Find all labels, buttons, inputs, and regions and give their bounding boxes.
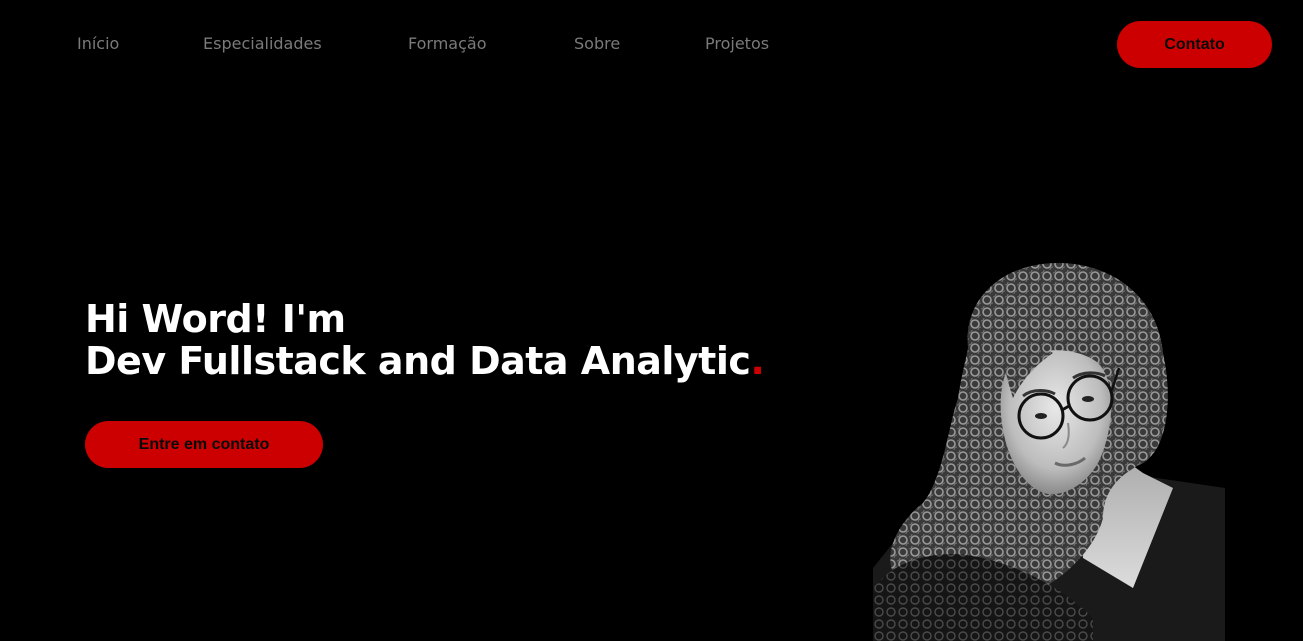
- profile-photo: [873, 258, 1225, 641]
- hero-heading-role: Dev Fullstack and Data Analytic: [85, 339, 751, 383]
- get-in-touch-button[interactable]: Entre em contato: [85, 421, 323, 468]
- hero-heading-line-2: Dev Fullstack and Data Analytic.: [85, 339, 765, 383]
- page: Início Especialidades Formação Sobre Pro…: [0, 0, 1303, 641]
- hero-heading: Hi Word! I'm Dev Fullstack and Data Anal…: [85, 297, 765, 383]
- nav-link-formacao[interactable]: Formação: [408, 34, 487, 54]
- hero-accent-dot: .: [750, 339, 765, 383]
- nav-link-inicio[interactable]: Início: [77, 34, 119, 54]
- nav-link-especialidades[interactable]: Especialidades: [203, 34, 322, 54]
- hero-heading-line-1: Hi Word! I'm: [85, 297, 346, 341]
- contact-button[interactable]: Contato: [1117, 21, 1272, 68]
- top-navigation: Início Especialidades Formação Sobre Pro…: [0, 0, 1303, 90]
- nav-link-projetos[interactable]: Projetos: [705, 34, 769, 54]
- nav-link-sobre[interactable]: Sobre: [574, 34, 620, 54]
